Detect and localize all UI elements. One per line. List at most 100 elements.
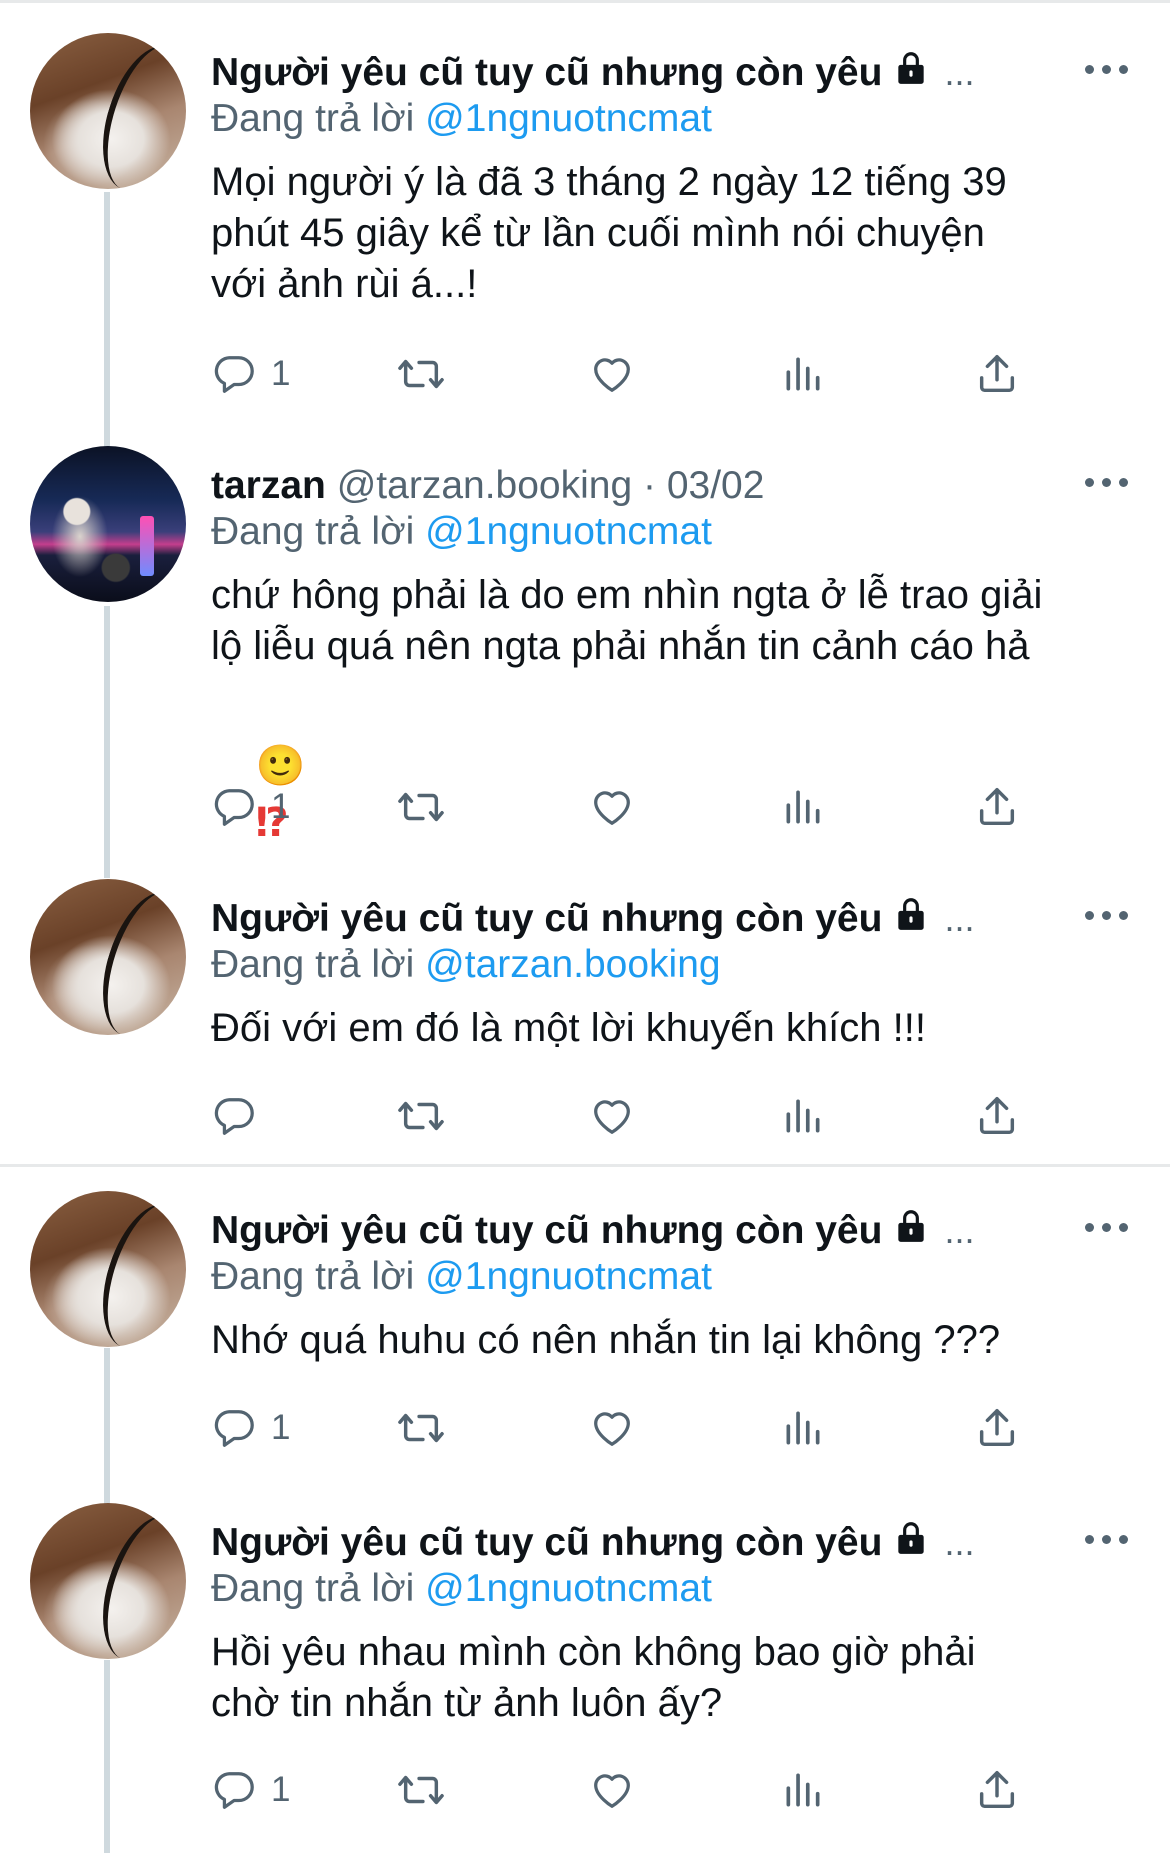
more-icon[interactable]: [1085, 1217, 1129, 1237]
analytics-button[interactable]: [781, 349, 825, 399]
mention-link[interactable]: @1ngnuotncmat: [425, 97, 712, 140]
truncation-ellipsis: ...: [944, 52, 975, 93]
truncation-ellipsis: ...: [944, 898, 975, 939]
replying-to: Đang trả lời @1ngnuotncmat: [211, 508, 712, 556]
heart-icon: [589, 784, 635, 830]
analytics-icon: [781, 351, 825, 397]
analytics-icon: [781, 1093, 825, 1139]
reply-icon: [211, 1405, 257, 1451]
heart-icon: [589, 351, 635, 397]
mention-link[interactable]: @1ngnuotncmat: [425, 1567, 712, 1610]
tweet-text: Mọi người ý là đã 3 tháng 2 ngày 12 tiến…: [211, 160, 1007, 306]
display-name[interactable]: Người yêu cũ tuy cũ nhưng còn yêu: [211, 1209, 882, 1252]
replying-to-label: Đang trả lời: [211, 97, 415, 140]
reply-icon: [211, 351, 257, 397]
share-button[interactable]: [974, 782, 1020, 832]
more-icon[interactable]: [1085, 1529, 1129, 1549]
tweet-text: Đối với em đó là một lời khuyến khích !!…: [211, 1006, 926, 1050]
more-icon[interactable]: [1085, 59, 1129, 79]
reply-button[interactable]: 1: [211, 1765, 290, 1815]
retweet-icon: [396, 1405, 446, 1451]
analytics-button[interactable]: [781, 1403, 825, 1453]
mention-link[interactable]: @tarzan.booking: [425, 943, 720, 986]
action-bar: 1: [211, 1765, 1031, 1815]
reply-count: 1: [271, 1770, 291, 1809]
replying-to: Đang trả lời @1ngnuotncmat: [211, 1253, 712, 1301]
heart-icon: [589, 1093, 635, 1139]
reply-button[interactable]: 1: [211, 349, 290, 399]
avatar[interactable]: [30, 446, 186, 602]
tweet[interactable]: Người yêu cũ tuy cũ nhưng còn yêu... Đan…: [0, 1191, 1170, 1471]
like-button[interactable]: [589, 782, 635, 832]
display-name[interactable]: Người yêu cũ tuy cũ nhưng còn yêu: [211, 1521, 882, 1564]
share-icon: [974, 1405, 1020, 1451]
replying-to: Đang trả lời @1ngnuotncmat: [211, 1565, 712, 1613]
tweet-header: Người yêu cũ tuy cũ nhưng còn yêu...: [211, 895, 974, 945]
display-name[interactable]: tarzan: [211, 464, 326, 507]
tweet-date[interactable]: · 03/02: [643, 464, 764, 507]
top-divider: [0, 0, 1170, 3]
replying-to-label: Đang trả lời: [211, 943, 415, 986]
display-name[interactable]: Người yêu cũ tuy cũ nhưng còn yêu: [211, 51, 882, 94]
retweet-icon: [396, 1767, 446, 1813]
share-button[interactable]: [974, 349, 1020, 399]
retweet-button[interactable]: [396, 1403, 446, 1453]
analytics-button[interactable]: [781, 1765, 825, 1815]
reply-icon: [211, 1767, 257, 1813]
action-bar: [211, 1091, 1031, 1141]
analytics-button[interactable]: [781, 782, 825, 832]
retweet-button[interactable]: [396, 349, 446, 399]
tweet-header: tarzan @tarzan.booking · 03/02: [211, 462, 764, 510]
mention-link[interactable]: @1ngnuotncmat: [425, 1255, 712, 1298]
avatar[interactable]: [30, 1191, 186, 1347]
reply-button[interactable]: [211, 1091, 271, 1141]
mention-link[interactable]: @1ngnuotncmat: [425, 510, 712, 553]
like-button[interactable]: [589, 1403, 635, 1453]
share-button[interactable]: [974, 1403, 1020, 1453]
action-bar: 1: [211, 782, 1031, 832]
reply-count: 1: [271, 354, 291, 393]
share-button[interactable]: [974, 1091, 1020, 1141]
retweet-button[interactable]: [396, 1091, 446, 1141]
analytics-button[interactable]: [781, 1091, 825, 1141]
replying-to-label: Đang trả lời: [211, 1255, 415, 1298]
username[interactable]: @tarzan.booking: [337, 464, 632, 507]
conversation-divider: [0, 1164, 1170, 1167]
avatar[interactable]: [30, 33, 186, 189]
share-button[interactable]: [974, 1765, 1020, 1815]
tweet-text: Hồi yêu nhau mình còn không bao giờ phải…: [211, 1630, 976, 1725]
retweet-button[interactable]: [396, 1765, 446, 1815]
like-button[interactable]: [589, 349, 635, 399]
reply-count: 1: [271, 787, 291, 826]
tweet[interactable]: Người yêu cũ tuy cũ nhưng còn yêu... Đan…: [0, 879, 1170, 1149]
reply-count: 1: [271, 1408, 291, 1447]
tweet[interactable]: tarzan @tarzan.booking · 03/02 Đang trả …: [0, 446, 1170, 846]
truncation-ellipsis: ...: [944, 1210, 975, 1251]
reply-button[interactable]: 1: [211, 782, 290, 832]
share-icon: [974, 351, 1020, 397]
more-icon[interactable]: [1085, 905, 1129, 925]
tweet-text: Nhớ quá huhu có nên nhắn tin lại không ?…: [211, 1318, 1001, 1362]
retweet-icon: [396, 1093, 446, 1139]
tweet[interactable]: Người yêu cũ tuy cũ nhưng còn yêu... Đan…: [0, 33, 1170, 413]
display-name[interactable]: Người yêu cũ tuy cũ nhưng còn yêu: [211, 897, 882, 940]
retweet-button[interactable]: [396, 782, 446, 832]
more-icon[interactable]: [1085, 472, 1129, 492]
share-icon: [974, 1093, 1020, 1139]
replying-to-label: Đang trả lời: [211, 510, 415, 553]
tweet-text: chứ hông phải là do em nhìn ngta ở lễ tr…: [211, 573, 1043, 668]
like-button[interactable]: [589, 1091, 635, 1141]
retweet-icon: [396, 351, 446, 397]
action-bar: 1: [211, 1403, 1031, 1453]
like-button[interactable]: [589, 1765, 635, 1815]
avatar[interactable]: [30, 1503, 186, 1659]
replying-to: Đang trả lời @tarzan.booking: [211, 941, 721, 989]
replying-to-label: Đang trả lời: [211, 1567, 415, 1610]
tweet-header: Người yêu cũ tuy cũ nhưng còn yêu...: [211, 1207, 974, 1257]
lock-icon: [892, 1519, 930, 1569]
tweet[interactable]: Người yêu cũ tuy cũ nhưng còn yêu... Đan…: [0, 1503, 1170, 1843]
reply-button[interactable]: 1: [211, 1403, 290, 1453]
avatar[interactable]: [30, 879, 186, 1035]
action-bar: 1: [211, 349, 1031, 399]
heart-icon: [589, 1405, 635, 1451]
